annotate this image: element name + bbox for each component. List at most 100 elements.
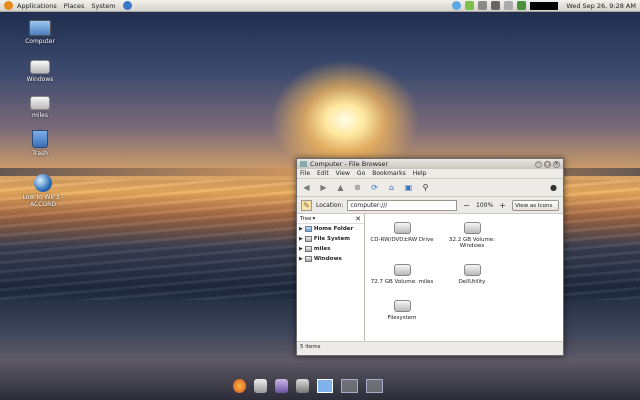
desktop-icon-label: Link to Wk 3 - ACCORD bbox=[22, 194, 64, 208]
maximize-button[interactable]: □ bbox=[544, 160, 551, 168]
display-icon[interactable] bbox=[478, 1, 488, 10]
computer-dock-icon[interactable] bbox=[295, 379, 309, 393]
drive-icon bbox=[393, 300, 411, 312]
forward-icon[interactable]: ▶ bbox=[318, 182, 329, 193]
window-toolbar: ◀ ▶ ▲ ⊗ ⟳ ⌂ ▣ ⚲ ● bbox=[297, 179, 563, 197]
location-label: Location: bbox=[315, 201, 344, 209]
chevron-down-icon[interactable]: ▾ bbox=[312, 216, 315, 222]
file-browser-window: Computer - File Browser – □ × File Edit … bbox=[296, 158, 564, 356]
drive-icon bbox=[393, 264, 411, 276]
weather-icon[interactable] bbox=[517, 1, 527, 10]
file-item-cdrw[interactable]: CD-RW/DVD±RW Drive bbox=[367, 222, 437, 243]
file-item-miles-volume[interactable]: 72.7 GB Volume: miles bbox=[367, 264, 437, 285]
desktop-icon-label: miles bbox=[32, 112, 48, 119]
file-item-label: CD-RW/DVD±RW Drive bbox=[370, 237, 434, 243]
window-menubar: File Edit View Go Bookmarks Help bbox=[297, 169, 563, 179]
top-panel: Applications Places System Wed Sep 26, 9… bbox=[0, 0, 640, 12]
reload-icon[interactable]: ⟳ bbox=[369, 182, 380, 193]
menu-help[interactable]: Help bbox=[413, 170, 427, 177]
menu-view[interactable]: View bbox=[336, 170, 350, 177]
file-item-label: 32.2 GB Volume: Windows bbox=[448, 237, 496, 249]
workspace-3[interactable] bbox=[366, 379, 383, 393]
location-input[interactable]: computer:/// bbox=[347, 199, 458, 211]
desktop-icon-miles[interactable]: miles bbox=[10, 96, 70, 119]
close-button[interactable]: × bbox=[553, 160, 560, 168]
menu-places[interactable]: Places bbox=[64, 2, 85, 10]
desktop-icon-link[interactable]: Link to Wk 3 - ACCORD bbox=[10, 174, 76, 208]
tree-item-miles[interactable]: ▶ miles bbox=[297, 244, 364, 254]
expand-icon[interactable]: ▶ bbox=[299, 236, 303, 242]
firefox-icon[interactable] bbox=[233, 379, 246, 393]
expand-icon[interactable]: ▶ bbox=[299, 256, 303, 262]
bottom-dock bbox=[225, 374, 391, 398]
view-mode-select[interactable]: View as Icons bbox=[512, 199, 560, 211]
file-item-label: 72.7 GB Volume: miles bbox=[370, 279, 434, 285]
system-tray: Wed Sep 26, 9:28 AM bbox=[452, 1, 636, 10]
gnome-foot-icon[interactable] bbox=[4, 1, 13, 10]
sidebar-type-select[interactable]: Tree bbox=[300, 216, 311, 222]
drive-icon bbox=[30, 60, 50, 74]
file-item-dellutility[interactable]: DellUtility bbox=[437, 264, 507, 285]
sidebar-header: Tree ▾ ✕ bbox=[297, 214, 364, 224]
clock[interactable]: Wed Sep 26, 9:28 AM bbox=[566, 2, 636, 10]
stop-icon[interactable]: ⊗ bbox=[352, 182, 363, 193]
expand-icon[interactable]: ▶ bbox=[299, 226, 303, 232]
user-name-block bbox=[530, 1, 559, 10]
battery-icon[interactable] bbox=[504, 1, 514, 10]
drive-icon bbox=[463, 222, 481, 234]
cdrom-drive-icon bbox=[393, 222, 411, 234]
home-icon[interactable]: ⌂ bbox=[386, 182, 397, 193]
tree-item-home[interactable]: ▶ Home Folder bbox=[297, 224, 364, 234]
menu-system[interactable]: System bbox=[91, 2, 115, 10]
workspace-1[interactable] bbox=[316, 379, 334, 393]
expand-icon[interactable]: ▶ bbox=[299, 246, 303, 252]
status-bar: 5 items bbox=[297, 341, 563, 352]
zoom-level[interactable]: 100% bbox=[476, 202, 493, 209]
file-item-filesystem[interactable]: Filesystem bbox=[367, 300, 437, 321]
desktop-icon-computer[interactable]: Computer bbox=[10, 20, 70, 45]
update-icon[interactable] bbox=[465, 1, 475, 10]
drive-icon bbox=[304, 256, 312, 262]
folder-icon bbox=[304, 226, 312, 232]
volume-icon[interactable] bbox=[491, 1, 501, 10]
desktop-icon-trash[interactable]: Trash bbox=[10, 130, 70, 157]
zoom-in-icon[interactable]: + bbox=[497, 200, 508, 211]
drive-icon bbox=[463, 264, 481, 276]
chat-icon[interactable] bbox=[274, 379, 288, 393]
desktop-icon-label: Trash bbox=[32, 150, 48, 157]
up-icon[interactable]: ▲ bbox=[335, 182, 346, 193]
desktop-icon-windows[interactable]: Windows bbox=[10, 60, 70, 83]
file-view: CD-RW/DVD±RW Drive 32.2 GB Volume: Windo… bbox=[365, 214, 563, 341]
tree-item-windows[interactable]: ▶ Windows bbox=[297, 254, 364, 264]
tree-item-filesystem[interactable]: ▶ File System bbox=[297, 234, 364, 244]
sidebar-tree: Tree ▾ ✕ ▶ Home Folder ▶ File System ▶ m… bbox=[297, 214, 365, 341]
browser-launcher-icon[interactable] bbox=[122, 1, 132, 10]
file-item-label: DellUtility bbox=[458, 279, 486, 285]
drive-icon bbox=[304, 246, 312, 252]
window-menu-icon[interactable] bbox=[300, 161, 307, 167]
desktop-icon-label: Computer bbox=[25, 38, 55, 45]
tree-item-label: miles bbox=[313, 246, 331, 252]
search-icon[interactable]: ⚲ bbox=[420, 182, 431, 193]
zoom-out-icon[interactable]: − bbox=[461, 200, 472, 211]
drive-icon bbox=[30, 96, 50, 110]
window-title: Computer - File Browser bbox=[310, 160, 389, 168]
network-icon[interactable] bbox=[452, 1, 462, 10]
window-titlebar[interactable]: Computer - File Browser – □ × bbox=[297, 159, 563, 169]
minimize-button[interactable]: – bbox=[535, 160, 542, 168]
disk-icon[interactable] bbox=[253, 379, 267, 393]
workspace-2[interactable] bbox=[341, 379, 359, 393]
spinner-icon: ● bbox=[550, 183, 557, 192]
computer-icon[interactable]: ▣ bbox=[403, 182, 414, 193]
menu-go[interactable]: Go bbox=[357, 170, 365, 177]
menu-applications[interactable]: Applications bbox=[17, 2, 57, 10]
menu-bookmarks[interactable]: Bookmarks bbox=[372, 170, 406, 177]
toggle-location-icon[interactable]: ✎ bbox=[301, 199, 312, 211]
menu-edit[interactable]: Edit bbox=[317, 170, 329, 177]
menu-file[interactable]: File bbox=[300, 170, 310, 177]
trash-icon bbox=[32, 130, 48, 148]
back-icon[interactable]: ◀ bbox=[301, 182, 312, 193]
close-sidebar-icon[interactable]: ✕ bbox=[355, 215, 361, 223]
file-item-windows-volume[interactable]: 32.2 GB Volume: Windows bbox=[437, 222, 507, 249]
location-bar: ✎ Location: computer:/// − 100% + View a… bbox=[297, 197, 563, 214]
